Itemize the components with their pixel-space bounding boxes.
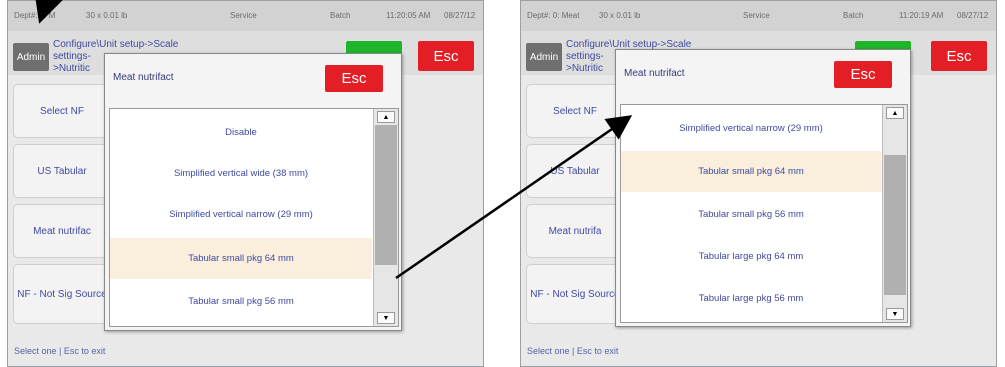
transition-arrow <box>395 115 633 280</box>
top-pointer-arrow <box>34 0 63 24</box>
annotation-layer <box>34 0 633 280</box>
